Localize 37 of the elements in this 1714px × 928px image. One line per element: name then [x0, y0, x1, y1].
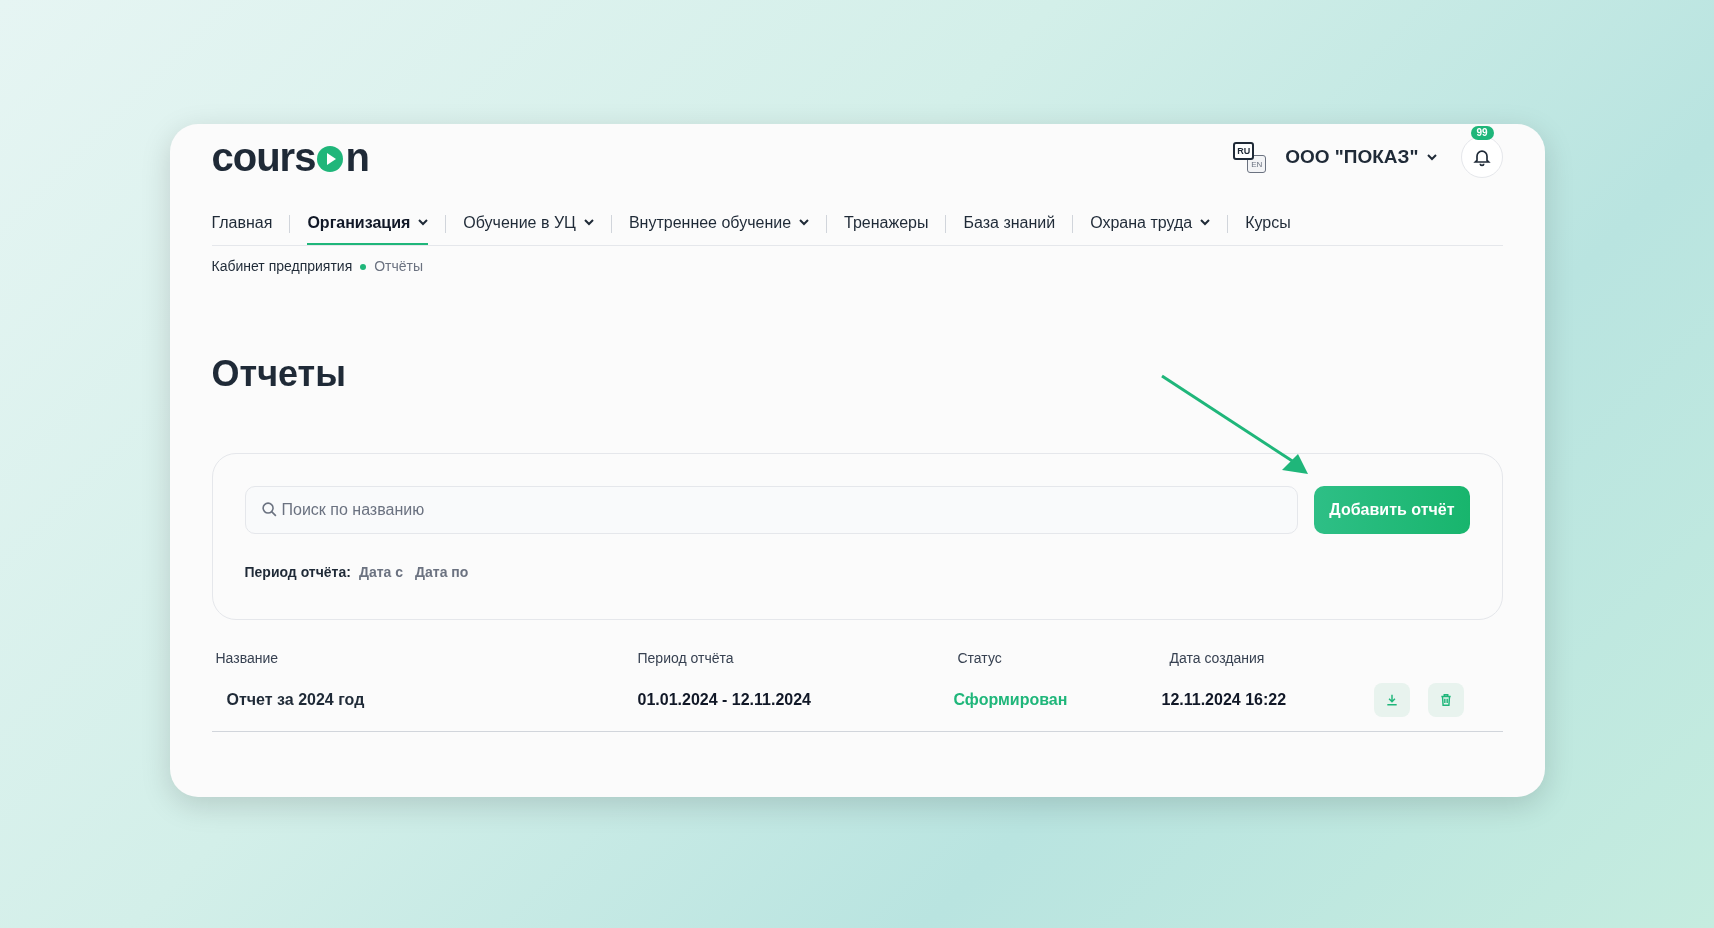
nav-tab[interactable]: Главная	[211, 202, 273, 245]
search-icon	[260, 501, 278, 518]
table-cell: 12.11.2024 16:22	[1161, 691, 1287, 708]
nav-tab[interactable]: Тренажеры	[844, 202, 929, 245]
nav-tab[interactable]: Внутреннее обучение	[628, 202, 810, 245]
table-cell: 01.01.2024 - 12.11.2024	[637, 691, 811, 708]
date-to-field[interactable]: Дата по	[415, 562, 469, 583]
nav-tab[interactable]: База знаний	[963, 202, 1056, 245]
nav-tab[interactable]: Организация	[307, 202, 429, 245]
dot-separator-icon	[360, 263, 367, 270]
nav-tab[interactable]: Охрана труда	[1090, 202, 1211, 245]
column-header: Название	[215, 650, 279, 666]
logo[interactable]: cours n	[211, 137, 369, 177]
column-header: Дата создания	[1169, 650, 1265, 666]
nav-tab[interactable]: Курсы	[1245, 202, 1291, 245]
column-header: Статус	[957, 650, 1002, 666]
date-from-field[interactable]: Дата с	[358, 562, 403, 583]
nav-tab[interactable]: Обучение в УЦ	[463, 202, 594, 245]
chevron-down-icon	[1426, 153, 1437, 161]
play-icon	[316, 145, 345, 173]
status-text: Сформирован	[953, 691, 1068, 708]
column-header: Период отчёта	[637, 650, 734, 666]
trash-icon	[1438, 693, 1453, 707]
page-title: Отчеты	[211, 352, 347, 396]
period-label: Период отчёта:	[244, 563, 351, 582]
search-field[interactable]: Поиск по названию	[244, 486, 1299, 534]
organization-dropdown[interactable]: ООО "ПОКАЗ"	[1285, 142, 1437, 172]
download-icon	[1384, 693, 1399, 707]
language-option[interactable]: RU	[1233, 142, 1255, 160]
table-cell: Отчет за 2024 год	[226, 691, 365, 708]
breadcrumb-link[interactable]: Отчёты	[374, 256, 424, 277]
download-button[interactable]	[1373, 683, 1410, 717]
notification-count: 99	[1470, 126, 1494, 140]
language-option[interactable]: EN	[1247, 155, 1267, 173]
delete-button[interactable]	[1427, 683, 1464, 717]
bell-icon	[1471, 147, 1492, 167]
breadcrumb-link[interactable]: Кабинет предприятия	[211, 256, 353, 277]
